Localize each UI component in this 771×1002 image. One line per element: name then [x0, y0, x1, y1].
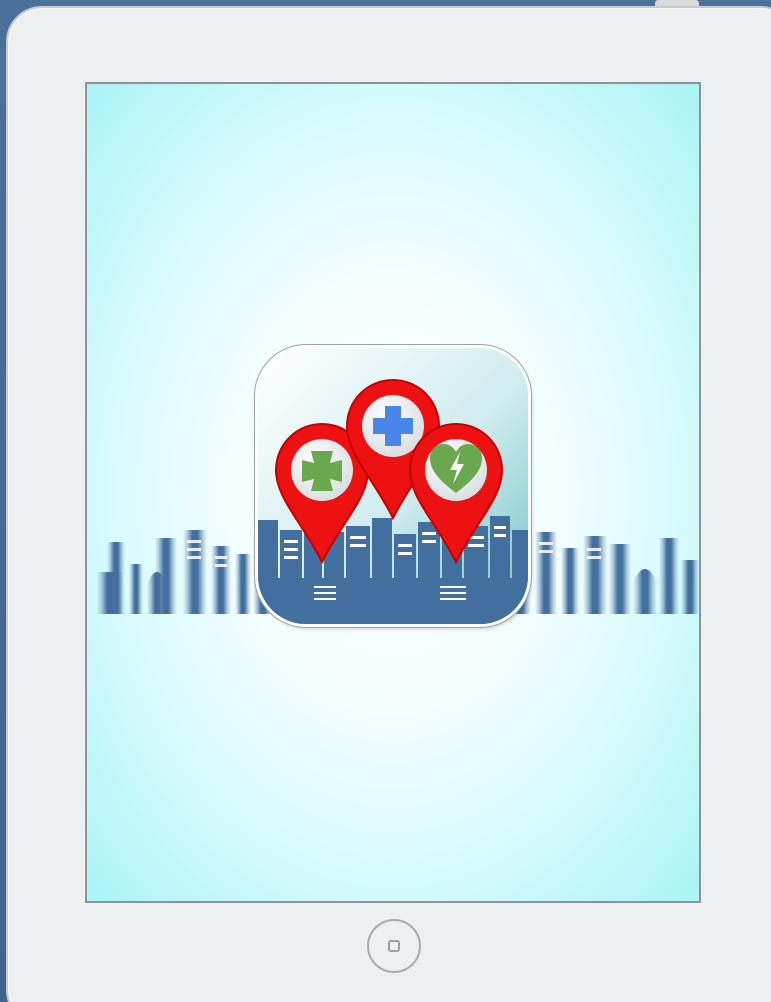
app-icon-artwork: [258, 348, 528, 624]
home-button-icon: [388, 940, 400, 952]
home-button[interactable]: [367, 919, 421, 973]
app-icon[interactable]: [258, 348, 528, 624]
splash-screen: [85, 82, 701, 903]
